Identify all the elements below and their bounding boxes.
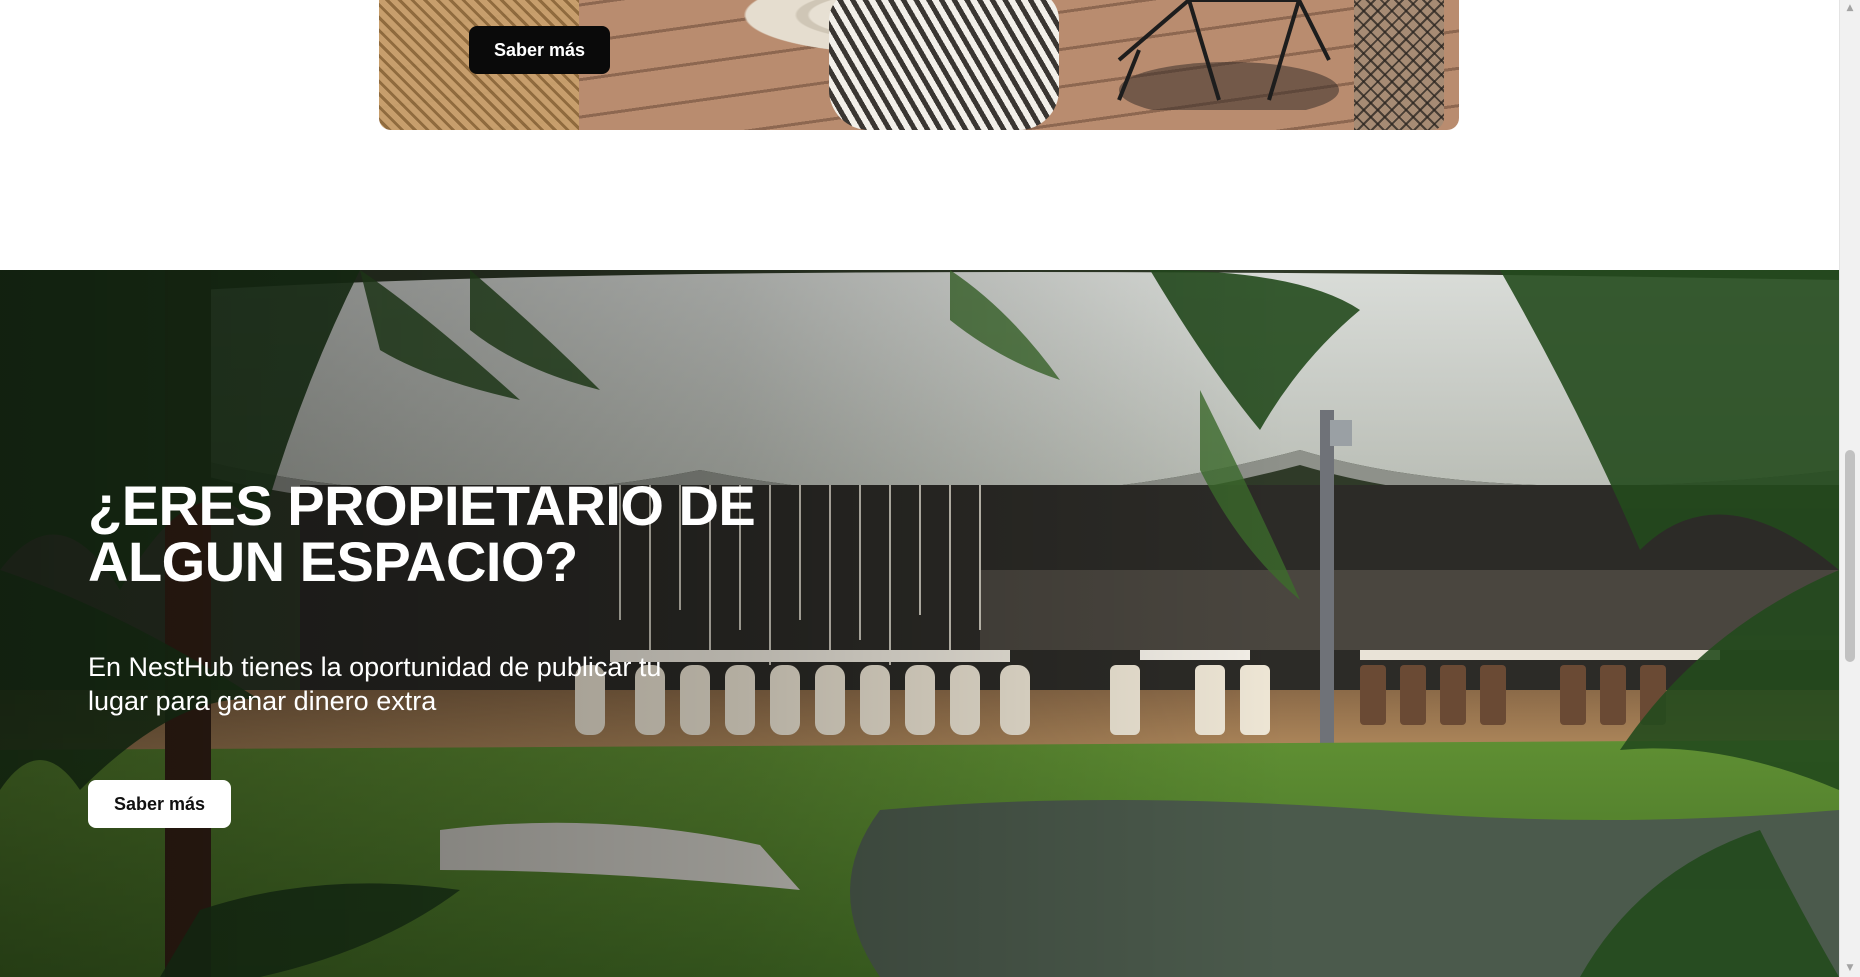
- pouf-image: [829, 0, 1059, 130]
- page: Saber más ¿ERES PROPIETARIO DE ALGUN ESP…: [0, 0, 1860, 977]
- scroll-up-arrow-icon[interactable]: ▲: [1840, 0, 1860, 17]
- scroll-down-arrow-icon[interactable]: ▼: [1840, 960, 1860, 977]
- metal-chair-image: [1117, 0, 1339, 110]
- hero-subtitle: En NestHub tienes la oportunidad de publ…: [88, 652, 662, 716]
- lantern-image: [1354, 0, 1444, 130]
- terrace-card: Saber más: [379, 0, 1459, 130]
- scrollbar-thumb[interactable]: [1845, 450, 1855, 662]
- owner-hero-section: ¿ERES PROPIETARIO DE ALGUN ESPACIO? En N…: [0, 270, 1839, 977]
- vertical-scrollbar[interactable]: ▲ ▼: [1839, 0, 1860, 977]
- saber-mas-button-top[interactable]: Saber más: [469, 26, 611, 74]
- hero-title: ¿ERES PROPIETARIO DE ALGUN ESPACIO?: [88, 474, 756, 593]
- hero-shade-overlay: [0, 270, 1839, 977]
- saber-mas-button-hero[interactable]: Saber más: [88, 780, 232, 828]
